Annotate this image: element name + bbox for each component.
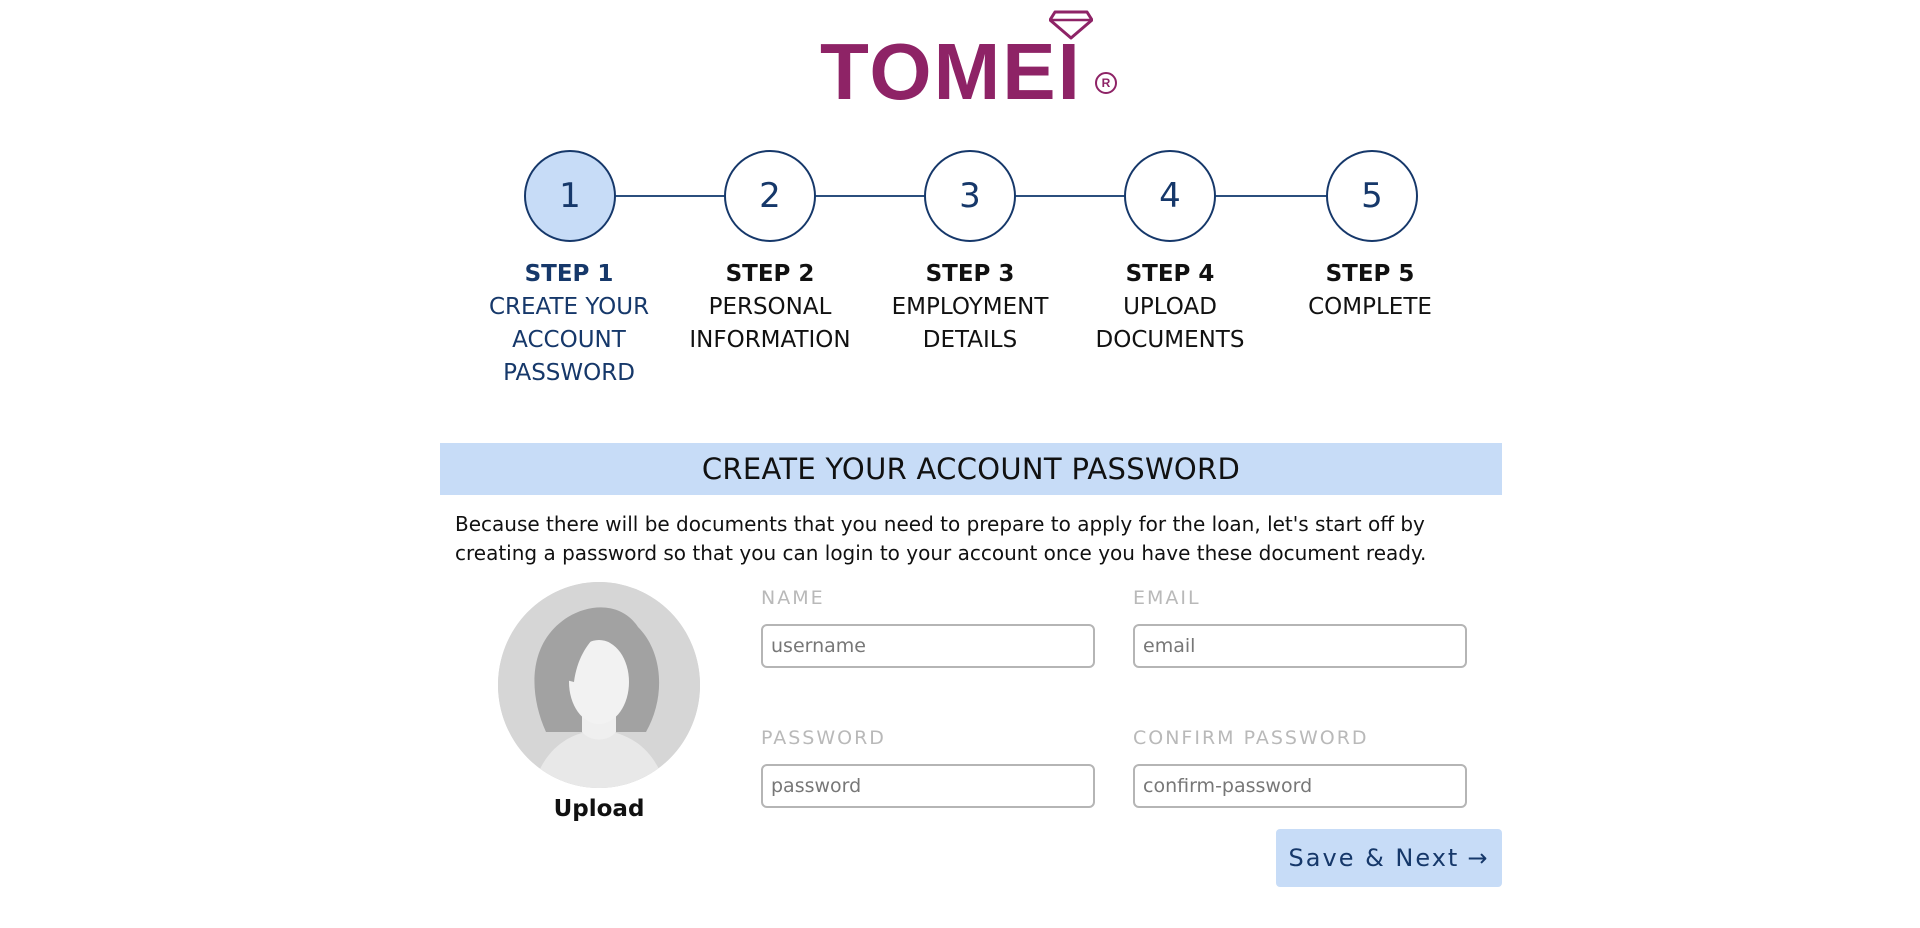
step-title: STEP 2 (725, 261, 815, 287)
step-number: 1 (559, 176, 581, 216)
password-input[interactable] (761, 764, 1095, 808)
password-label: PASSWORD (761, 727, 886, 749)
step-label-4: STEP 4 UPLOAD DOCUMENTS (1070, 258, 1270, 357)
step-label-2: STEP 2 PERSONAL INFORMATION (670, 258, 870, 357)
step-circle-4[interactable]: 4 (1124, 150, 1216, 242)
registered-mark: R (1095, 72, 1117, 94)
step-circle-5[interactable]: 5 (1326, 150, 1418, 242)
step-label-1: STEP 1 CREATE YOUR ACCOUNT PASSWORD (469, 258, 669, 390)
diamond-icon (1049, 10, 1093, 40)
step-description: UPLOAD DOCUMENTS (1095, 294, 1245, 353)
upload-label[interactable]: Upload (498, 796, 700, 822)
step-circle-1[interactable]: 1 (524, 150, 616, 242)
brand-name: TOMEI (820, 27, 1082, 116)
step-label-5: STEP 5 COMPLETE (1270, 258, 1470, 324)
step-title: STEP 3 (925, 261, 1015, 287)
avatar-placeholder-icon (498, 582, 700, 788)
email-input[interactable] (1133, 624, 1467, 668)
stepper-connector (614, 195, 726, 197)
step-number: 4 (1159, 176, 1181, 216)
step-circle-2[interactable]: 2 (724, 150, 816, 242)
step-title: STEP 1 (524, 261, 614, 287)
step-number: 3 (959, 176, 981, 216)
step-title: STEP 5 (1325, 261, 1415, 287)
intro-text: Because there will be documents that you… (455, 512, 1427, 565)
name-input[interactable] (761, 624, 1095, 668)
stepper-connector (1014, 195, 1126, 197)
save-button-label: Save & Next (1288, 844, 1460, 872)
step-title: STEP 4 (1125, 261, 1215, 287)
confirm-password-label: CONFIRM PASSWORD (1133, 727, 1369, 749)
step-description: COMPLETE (1308, 294, 1432, 320)
stepper-connector (1214, 195, 1328, 197)
arrow-right-icon: → (1467, 844, 1490, 872)
step-number: 2 (759, 176, 781, 216)
brand-logo: TOMEI R (820, 10, 1120, 112)
step-description: CREATE YOUR ACCOUNT PASSWORD (488, 294, 650, 386)
save-next-button[interactable]: Save & Next → (1276, 829, 1502, 887)
section-title: CREATE YOUR ACCOUNT PASSWORD (440, 443, 1502, 495)
name-label: NAME (761, 587, 825, 609)
avatar-upload[interactable] (498, 582, 700, 788)
step-description: EMPLOYMENT DETAILS (891, 294, 1049, 353)
step-number: 5 (1361, 176, 1383, 216)
confirm-password-input[interactable] (1133, 764, 1467, 808)
step-label-3: STEP 3 EMPLOYMENT DETAILS (870, 258, 1070, 357)
email-label: EMAIL (1133, 587, 1201, 609)
step-description: PERSONAL INFORMATION (689, 294, 851, 353)
step-circle-3[interactable]: 3 (924, 150, 1016, 242)
stepper-connector (814, 195, 926, 197)
